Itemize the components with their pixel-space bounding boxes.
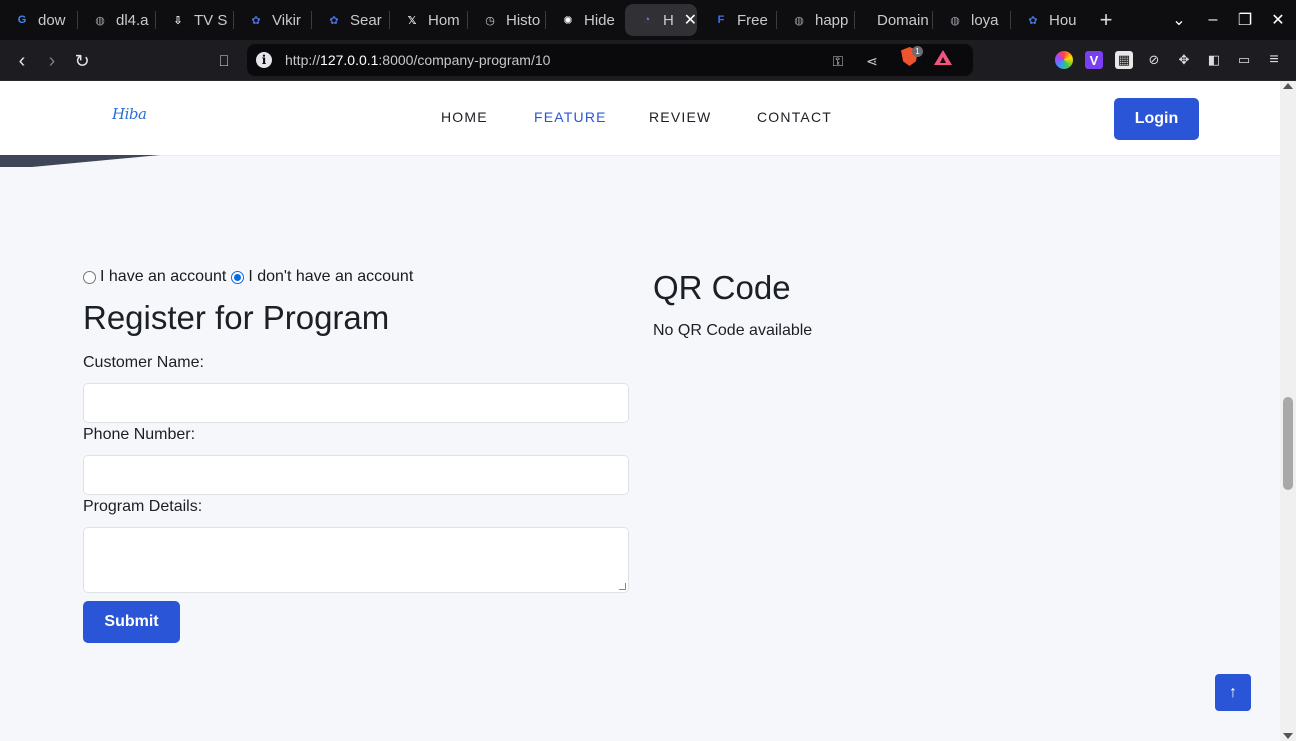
bookmark-icon[interactable]: ⎕ <box>211 48 237 74</box>
customer-name-input[interactable] <box>83 383 629 423</box>
site-logo[interactable]: Hiba <box>112 105 147 123</box>
browser-tab[interactable]: 𝕏 Hom <box>390 4 467 36</box>
google-icon: G <box>17 14 27 26</box>
tab-list: Gdow ◍ dl4.a ⇩ TV S ✿ Vikir ✿ Sear 𝕏 Hom ◷ Histo ✺ Hid… <box>0 4 1088 36</box>
radio-no-account[interactable] <box>231 270 245 284</box>
url-text[interactable]: http://127.0.0.1:8000/company-program/10 <box>285 52 550 68</box>
tab-title: Histo <box>506 11 541 29</box>
shields-count-badge: 1 <box>912 46 923 57</box>
back-button[interactable]: ‹ <box>9 48 35 74</box>
site-header: Hiba HOME FEATURE REVIEW CONTACT Login <box>0 81 1280 156</box>
url-bar[interactable]: i http://127.0.0.1:8000/company-program/… <box>247 44 973 76</box>
browser-tab[interactable]: ◷ Histo <box>468 4 545 36</box>
browser-tab[interactable]: ◍ loya <box>933 4 1010 36</box>
tab-title: Hom <box>428 11 460 29</box>
tab-title: loya <box>971 11 999 29</box>
browser-tab[interactable]: F Free <box>699 4 776 36</box>
tab-title: TV S <box>194 11 228 29</box>
browser-tab[interactable]: ✿ Sear <box>312 4 389 36</box>
forms-icon: F <box>717 14 725 26</box>
tab-title: Sear <box>350 11 382 29</box>
tab-search-chevron-icon[interactable]: ⌄ <box>1163 0 1195 40</box>
key-icon[interactable]: ⚿ <box>829 52 847 70</box>
arrow-up-icon: ↑ <box>1229 683 1237 701</box>
close-window-button[interactable]: ✕ <box>1262 0 1294 40</box>
resize-grip-icon[interactable] <box>619 583 626 590</box>
reload-button[interactable]: ↻ <box>69 48 95 74</box>
download-icon: ⇩ <box>173 14 183 27</box>
account-choice-group: I have an account I don't have an accoun… <box>83 268 418 286</box>
browser-tab[interactable]: ◔ H ✕ <box>625 4 697 36</box>
page-scrollbar[interactable] <box>1280 81 1296 741</box>
compass-extension-icon[interactable]: ⊘ <box>1145 51 1163 69</box>
globe-icon: ◍ <box>95 14 105 27</box>
nav-contact[interactable]: CONTACT <box>757 109 832 125</box>
tab-title: happ <box>815 11 849 29</box>
tab-title: Domain <box>877 11 929 29</box>
app-icon: ◔ <box>643 14 651 26</box>
radio-no-account-label[interactable]: I don't have an account <box>248 268 413 286</box>
tab-title: H <box>663 11 674 29</box>
minimize-window-button[interactable]: – <box>1197 0 1229 40</box>
browser-tab[interactable]: ⇩ TV S <box>156 4 233 36</box>
browser-tab-strip: Gdow ◍ dl4.a ⇩ TV S ✿ Vikir ✿ Sear 𝕏 Hom ◷ Histo ✺ Hid… <box>0 0 1296 40</box>
radio-have-account-label[interactable]: I have an account <box>100 268 226 286</box>
qr-extension-icon[interactable]: ▦ <box>1115 51 1133 69</box>
tab-title: Hou <box>1049 11 1077 29</box>
v-extension-icon[interactable]: V <box>1085 51 1103 69</box>
tab-title: dl4.a <box>116 11 149 29</box>
browser-tab[interactable]: Domain <box>855 4 932 36</box>
openai-icon: ✺ <box>563 14 573 27</box>
form-title: Register for Program <box>83 299 390 336</box>
reel-icon: ✿ <box>329 14 339 27</box>
qr-code-title: QR Code <box>653 269 791 306</box>
login-button[interactable]: Login <box>1114 98 1199 140</box>
browser-tab[interactable]: ✿ Vikir <box>234 4 311 36</box>
scrollbar-thumb[interactable] <box>1283 397 1293 490</box>
site-info-icon[interactable]: i <box>256 52 272 68</box>
header-swoosh-decoration <box>0 155 160 167</box>
submit-button[interactable]: Submit <box>83 601 180 643</box>
phone-number-input[interactable] <box>83 455 629 495</box>
globe-icon: ◍ <box>950 14 960 27</box>
new-tab-button[interactable]: + <box>1088 4 1124 36</box>
wallet-icon[interactable]: ▭ <box>1235 51 1253 69</box>
scroll-up-arrow-icon[interactable] <box>1283 83 1293 89</box>
scroll-down-arrow-icon[interactable] <box>1283 733 1293 739</box>
reel-icon: ✿ <box>251 14 261 27</box>
program-details-textarea[interactable] <box>83 527 629 593</box>
share-icon[interactable]: ⋖ <box>863 52 881 70</box>
x-icon: 𝕏 <box>407 14 417 27</box>
menu-icon[interactable]: ≡ <box>1265 51 1283 69</box>
page-viewport: Hiba HOME FEATURE REVIEW CONTACT Login I… <box>0 81 1280 741</box>
sidebar-toggle-icon[interactable]: ◧ <box>1205 51 1223 69</box>
program-details-label: Program Details: <box>83 498 203 515</box>
nav-feature[interactable]: FEATURE <box>534 109 607 125</box>
radio-have-account[interactable] <box>83 270 96 284</box>
nav-home[interactable]: HOME <box>441 109 488 125</box>
tab-title: Vikir <box>272 11 301 29</box>
browser-tab[interactable]: ✿ Hou <box>1011 4 1088 36</box>
browser-tab[interactable]: ◍ dl4.a <box>78 4 155 36</box>
tab-title: Hide <box>584 11 615 29</box>
tab-title: dow <box>38 11 66 29</box>
tab-title: Free <box>737 11 768 29</box>
address-toolbar: ‹ › ↻ ⎕ i http://127.0.0.1:8000/company-… <box>0 40 1296 81</box>
color-extension-icon[interactable] <box>1055 51 1073 69</box>
close-tab-icon[interactable]: ✕ <box>684 10 697 30</box>
nav-review[interactable]: REVIEW <box>649 109 711 125</box>
history-icon: ◷ <box>485 14 495 27</box>
back-to-top-button[interactable]: ↑ <box>1215 674 1251 711</box>
browser-tab[interactable]: Gdow <box>0 4 77 36</box>
phone-number-label: Phone Number: <box>83 426 196 443</box>
reel-icon: ✿ <box>1028 14 1038 27</box>
qr-code-message: No QR Code available <box>653 322 813 339</box>
extensions-puzzle-icon[interactable]: ✥ <box>1175 51 1193 69</box>
browser-tab[interactable]: ✺ Hide <box>546 4 623 36</box>
customer-name-label: Customer Name: <box>83 354 204 371</box>
globe-icon: ◍ <box>794 14 804 27</box>
maximize-window-button[interactable]: ❐ <box>1229 0 1261 40</box>
browser-tab[interactable]: ◍ happ <box>777 4 854 36</box>
forward-button[interactable]: › <box>39 48 65 74</box>
